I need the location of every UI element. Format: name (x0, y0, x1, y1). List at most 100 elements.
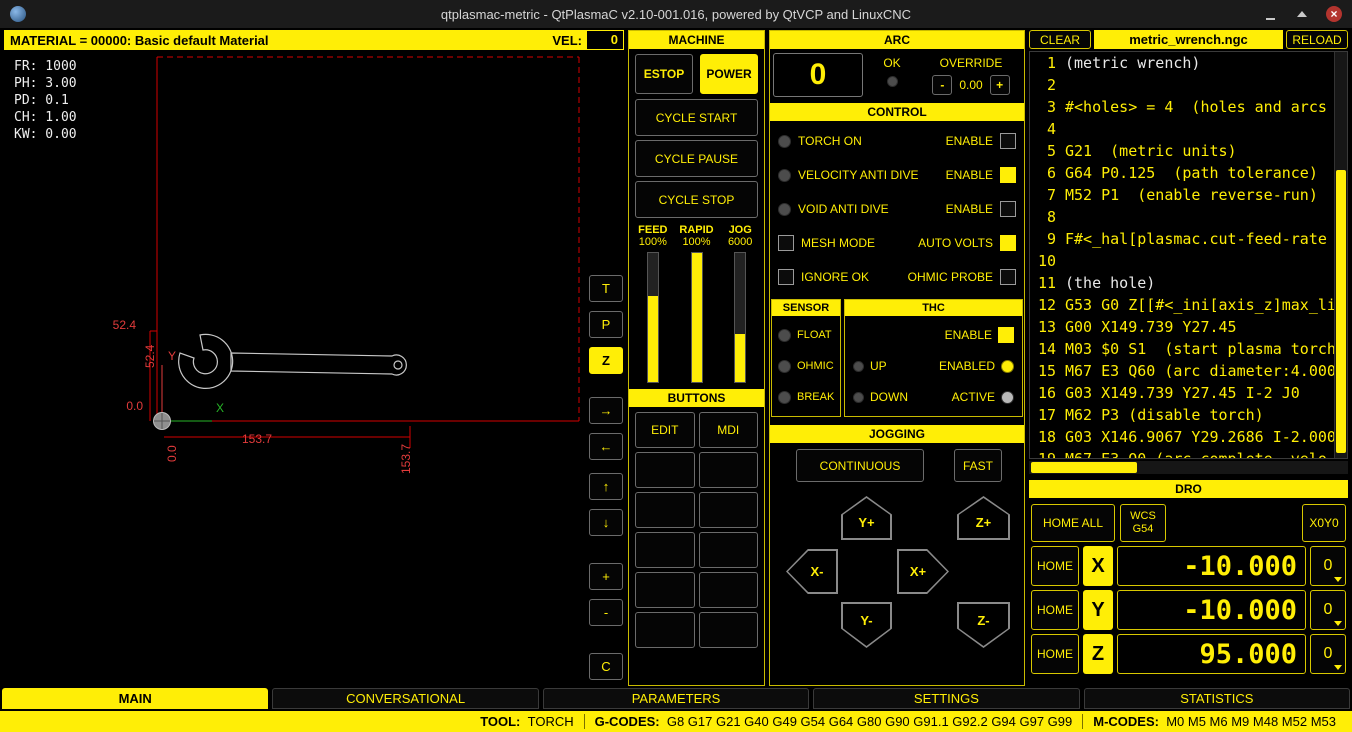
ignore-ok-checkbox[interactable] (778, 269, 794, 285)
tool-value: TORCH (528, 714, 574, 729)
power-button[interactable]: POWER (700, 54, 758, 94)
jog-fast-button[interactable]: FAST (954, 449, 1002, 482)
gcode-line[interactable]: 1(metric wrench) (1030, 52, 1347, 74)
pan-down-button[interactable]: ↓ (589, 509, 623, 536)
tab-conversational[interactable]: CONVERSATIONAL (272, 688, 538, 709)
zero-z-button[interactable]: 0 (1310, 634, 1346, 674)
home-x-button[interactable]: HOME (1031, 546, 1079, 586)
x0y0-button[interactable]: X0Y0 (1302, 504, 1346, 542)
estop-button[interactable]: ESTOP (635, 54, 693, 94)
gcode-line[interactable]: 2 (1030, 74, 1347, 96)
zoom-out-button[interactable]: - (589, 599, 623, 626)
ohmic-probe-checkbox[interactable] (1000, 269, 1016, 285)
thc-enable-checkbox[interactable] (998, 327, 1014, 343)
user-button-empty[interactable] (635, 572, 695, 608)
user-button-empty[interactable] (635, 612, 695, 648)
clear-button[interactable]: CLEAR (1029, 30, 1091, 49)
override-minus-button[interactable]: - (932, 75, 952, 95)
user-button-empty[interactable] (699, 452, 759, 488)
gcode-vertical-scrollbar[interactable] (1334, 52, 1347, 458)
gcode-line[interactable]: 12G53 G0 Z[[#<_ini[axis_z]max_li (1030, 294, 1347, 316)
pan-right-button[interactable]: → (589, 397, 623, 424)
gcode-line[interactable]: 17M62 P3 (disable torch) (1030, 404, 1347, 426)
void-anti-dive-checkbox[interactable] (1000, 201, 1016, 217)
user-button-empty[interactable] (699, 612, 759, 648)
gcode-line[interactable]: 16G03 X149.739 Y27.45 I-2 J0 (1030, 382, 1347, 404)
gcode-line[interactable]: 6G64 P0.125 (path tolerance) (1030, 162, 1347, 184)
gcode-preview[interactable]: FR: 1000 PH: 3.00 PD: 0.1 CH: 1.00 KW: 0… (4, 50, 588, 686)
feed-override-slider[interactable] (647, 252, 659, 383)
gcode-line[interactable]: 4 (1030, 118, 1347, 140)
jog-y-minus-button[interactable]: Y- (841, 602, 892, 648)
gcode-line[interactable]: 9F#<_hal[plasmac.cut-feed-rate (1030, 228, 1347, 250)
gcode-line[interactable]: 13G00 X149.739 Y27.45 (1030, 316, 1347, 338)
gcode-line[interactable]: 14M03 $0 S1 (start plasma torch (1030, 338, 1347, 360)
jog-x-minus-button[interactable]: X- (786, 549, 838, 594)
home-z-button[interactable]: HOME (1031, 634, 1079, 674)
torch-enable-checkbox[interactable] (1000, 133, 1016, 149)
tab-settings[interactable]: SETTINGS (813, 688, 1079, 709)
rapid-override-slider[interactable] (691, 252, 703, 383)
gcode-line[interactable]: 8 (1030, 206, 1347, 228)
user-button-empty[interactable] (635, 492, 695, 528)
tab-main[interactable]: MAIN (2, 688, 268, 709)
tab-statistics[interactable]: STATISTICS (1084, 688, 1350, 709)
user-button-empty[interactable] (635, 532, 695, 568)
view-top-button[interactable]: T (589, 275, 623, 302)
gcode-line[interactable]: 10 (1030, 250, 1347, 272)
zoom-in-button[interactable]: + (589, 563, 623, 590)
gcode-line[interactable]: 3#<holes> = 4 (holes and arcs (1030, 96, 1347, 118)
mdi-button[interactable]: MDI (699, 412, 759, 448)
jog-y-plus-button[interactable]: Y+ (841, 496, 892, 540)
auto-volts-checkbox[interactable] (1000, 235, 1016, 251)
axis-y-label: Y (1083, 590, 1113, 630)
edit-button[interactable]: EDIT (635, 412, 695, 448)
scrollbar-thumb[interactable] (1336, 170, 1346, 453)
maximize-button[interactable] (1294, 6, 1310, 22)
tab-parameters[interactable]: PARAMETERS (543, 688, 809, 709)
dim-width-label: 153.7 (242, 432, 272, 446)
user-button-empty[interactable] (635, 452, 695, 488)
view-perspective-button[interactable]: P (589, 311, 623, 338)
home-y-button[interactable]: HOME (1031, 590, 1079, 630)
override-plus-button[interactable]: + (990, 75, 1010, 95)
mesh-mode-checkbox[interactable] (778, 235, 794, 251)
gcode-line[interactable]: 11(the hole) (1030, 272, 1347, 294)
scrollbar-thumb[interactable] (1031, 462, 1137, 473)
cycle-start-button[interactable]: CYCLE START (635, 99, 758, 136)
sensor-panel: SENSOR FLOAT OHMIC BREAK (771, 299, 841, 417)
gcode-line[interactable]: 7M52 P1 (enable reverse-run) (1030, 184, 1347, 206)
gcode-line[interactable]: 19M67 E3 Q0 (arc complete, velo (1030, 448, 1347, 459)
zero-x-button[interactable]: 0 (1310, 546, 1346, 586)
view-z-button[interactable]: Z (589, 347, 623, 374)
user-button-empty[interactable] (699, 532, 759, 568)
gcode-horizontal-scrollbar[interactable] (1029, 461, 1348, 474)
gcode-line[interactable]: 15M67 E3 Q60 (arc diameter:4.000 (1030, 360, 1347, 382)
jog-continuous-button[interactable]: CONTINUOUS (796, 449, 924, 482)
material-selector[interactable]: MATERIAL = 00000: Basic default Material (10, 33, 269, 48)
minimize-button[interactable] (1262, 6, 1278, 22)
velocity-enable-label: ENABLE (946, 168, 993, 182)
wcs-button[interactable]: WCS G54 (1120, 504, 1166, 542)
zero-y-button[interactable]: 0 (1310, 590, 1346, 630)
jog-speed-slider[interactable] (734, 252, 746, 383)
cycle-pause-button[interactable]: CYCLE PAUSE (635, 140, 758, 177)
user-button-empty[interactable] (699, 572, 759, 608)
close-button[interactable] (1326, 6, 1342, 22)
velocity-anti-dive-checkbox[interactable] (1000, 167, 1016, 183)
user-button-empty[interactable] (699, 492, 759, 528)
gcode-listing[interactable]: 1(metric wrench) 2 3#<holes> = 4 (holes … (1029, 51, 1348, 459)
pan-left-button[interactable]: ← (589, 433, 623, 460)
gcode-line[interactable]: 18G03 X146.9067 Y29.2686 I-2.000 (1030, 426, 1347, 448)
jog-z-plus-button[interactable]: Z+ (957, 496, 1010, 540)
home-all-button[interactable]: HOME ALL (1031, 504, 1115, 542)
pan-up-button[interactable]: ↑ (589, 473, 623, 500)
mesh-mode-label: MESH MODE (801, 236, 875, 250)
jog-x-plus-button[interactable]: X+ (897, 549, 949, 594)
y-axis-label: Y (168, 349, 176, 363)
reload-button[interactable]: RELOAD (1286, 30, 1348, 49)
clear-plot-button[interactable]: C (589, 653, 623, 680)
cycle-stop-button[interactable]: CYCLE STOP (635, 181, 758, 218)
gcode-line[interactable]: 5G21 (metric units) (1030, 140, 1347, 162)
jog-z-minus-button[interactable]: Z- (957, 602, 1010, 648)
